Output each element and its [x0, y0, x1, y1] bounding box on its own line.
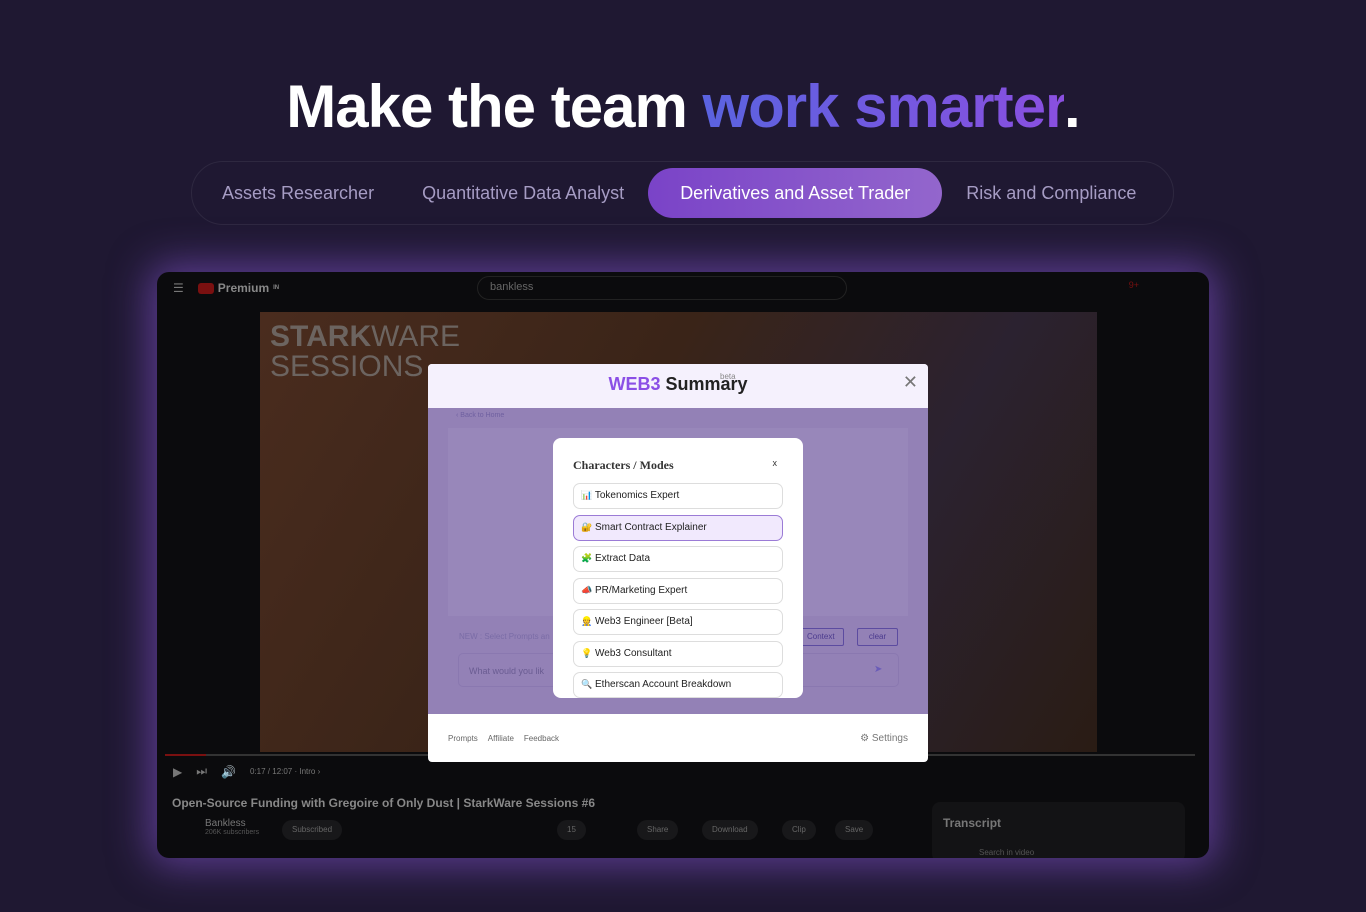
tab-risk-compliance[interactable]: Risk and Compliance	[942, 168, 1160, 218]
share-button[interactable]: Share	[637, 820, 679, 840]
mode-option[interactable]: 🔍 Etherscan Account Breakdown	[573, 672, 783, 698]
clear-button[interactable]: clear	[857, 628, 898, 646]
mode-label: Extract Data	[595, 553, 651, 564]
mode-label: Etherscan Account Breakdown	[595, 679, 732, 690]
prompts-link[interactable]: Prompts	[448, 734, 478, 743]
menu-icon[interactable]: ☰	[173, 281, 184, 295]
youtube-search-input[interactable]: bankless	[477, 276, 847, 300]
volume-icon[interactable]: 🔊	[221, 765, 236, 779]
hero-title: Make the team work smarter.	[0, 72, 1366, 141]
logo-web3: WEB3	[608, 374, 661, 394]
mode-icon: 📣	[581, 584, 593, 595]
tab-derivatives-trader[interactable]: Derivatives and Asset Trader	[648, 168, 943, 218]
video-title: Open-Source Funding with Gregoire of Onl…	[172, 796, 595, 810]
subscribed-button[interactable]: Subscribed	[282, 820, 343, 840]
mode-label: Smart Contract Explainer	[595, 521, 707, 533]
role-tabs: Assets Researcher Quantitative Data Anal…	[191, 161, 1174, 225]
feedback-link[interactable]: Feedback	[524, 734, 559, 743]
context-button[interactable]: Context	[798, 628, 844, 646]
youtube-logo[interactable]: Premium IN	[197, 281, 280, 295]
mode-option[interactable]: 🔐 Smart Contract Explainer	[573, 514, 783, 541]
mode-label: Tokenomics Expert	[594, 490, 680, 501]
send-icon[interactable]: ➤	[874, 664, 882, 675]
mode-option[interactable]: 📣 PR/Marketing Expert	[573, 577, 783, 604]
characters-modes-dialog: Characters / Modes x 📊 Tokenomics Expert 🔐…	[553, 438, 803, 698]
youtube-play-icon	[197, 282, 214, 294]
extension-header: WEB3 Summary beta ✕	[428, 364, 928, 408]
clip-button[interactable]: Clip	[782, 820, 816, 840]
mode-label: PR/Marketing Expert	[595, 584, 688, 596]
hero-title-accent: work smarter	[702, 73, 1065, 140]
dialog-close-button[interactable]: x	[773, 458, 778, 473]
beta-label: beta	[720, 372, 736, 381]
mode-label: Web3 Engineer [Beta]	[595, 616, 693, 627]
video-time: 0:17 / 12:07 · Intro ›	[250, 767, 321, 776]
gear-icon: ⚙	[860, 732, 870, 744]
transcript-search[interactable]: Search in video	[943, 848, 1174, 857]
like-button[interactable]: 15	[557, 820, 586, 840]
transcript-title: Transcript	[943, 816, 1002, 830]
subscriber-count: 206K subscribers	[205, 829, 260, 836]
video-controls: ▶ ⏭ 🔊 0:17 / 12:07 · Intro ›	[173, 764, 320, 779]
mode-option[interactable]: 🧩 Extract Data	[573, 546, 783, 572]
mode-icon: 🔐	[581, 521, 593, 532]
mode-icon: 💡	[581, 647, 593, 658]
extension-footer: Prompts Affiliate Feedback ⚙ Settings	[428, 714, 928, 762]
new-prompts-text: NEW : Select Prompts an	[459, 632, 550, 641]
play-icon[interactable]: ▶	[173, 765, 182, 779]
mode-icon: 🔍	[581, 679, 593, 689]
download-button[interactable]: Download	[702, 820, 758, 840]
dialog-title: Characters / Modes	[573, 458, 674, 472]
hero-title-end: .	[1064, 73, 1081, 140]
transcript-panel: Transcript Search in video	[932, 802, 1185, 858]
mode-label: Web3 Consultant	[595, 647, 672, 659]
mode-option[interactable]: 📊 Tokenomics Expert	[573, 483, 783, 509]
channel-name[interactable]: Bankless 206K subscribers	[205, 818, 259, 836]
tab-quant-analyst[interactable]: Quantitative Data Analyst	[398, 168, 648, 218]
mode-icon: 📊	[581, 490, 593, 500]
settings-button[interactable]: ⚙ Settings	[860, 733, 908, 744]
close-icon[interactable]: ✕	[903, 372, 918, 393]
tab-assets-researcher[interactable]: Assets Researcher	[198, 168, 398, 218]
mode-option[interactable]: 💡 Web3 Consultant	[573, 640, 783, 667]
region-label: IN	[273, 285, 280, 291]
affiliate-link[interactable]: Affiliate	[488, 734, 514, 743]
notification-badge[interactable]: 9+	[1129, 280, 1139, 290]
youtube-header: ☰ Premium IN bankless 9+	[157, 272, 1209, 304]
hero-title-plain: Make the team	[286, 73, 703, 140]
mode-icon: 👷	[581, 616, 593, 626]
save-button[interactable]: Save	[835, 820, 874, 840]
back-to-home-link[interactable]: ‹ Back to Home	[456, 412, 504, 419]
next-icon[interactable]: ⏭	[196, 764, 207, 779]
youtube-logo-text: Premium	[217, 281, 270, 295]
mode-option[interactable]: 👷 Web3 Engineer [Beta]	[573, 609, 783, 635]
mode-icon: 🧩	[581, 553, 593, 563]
